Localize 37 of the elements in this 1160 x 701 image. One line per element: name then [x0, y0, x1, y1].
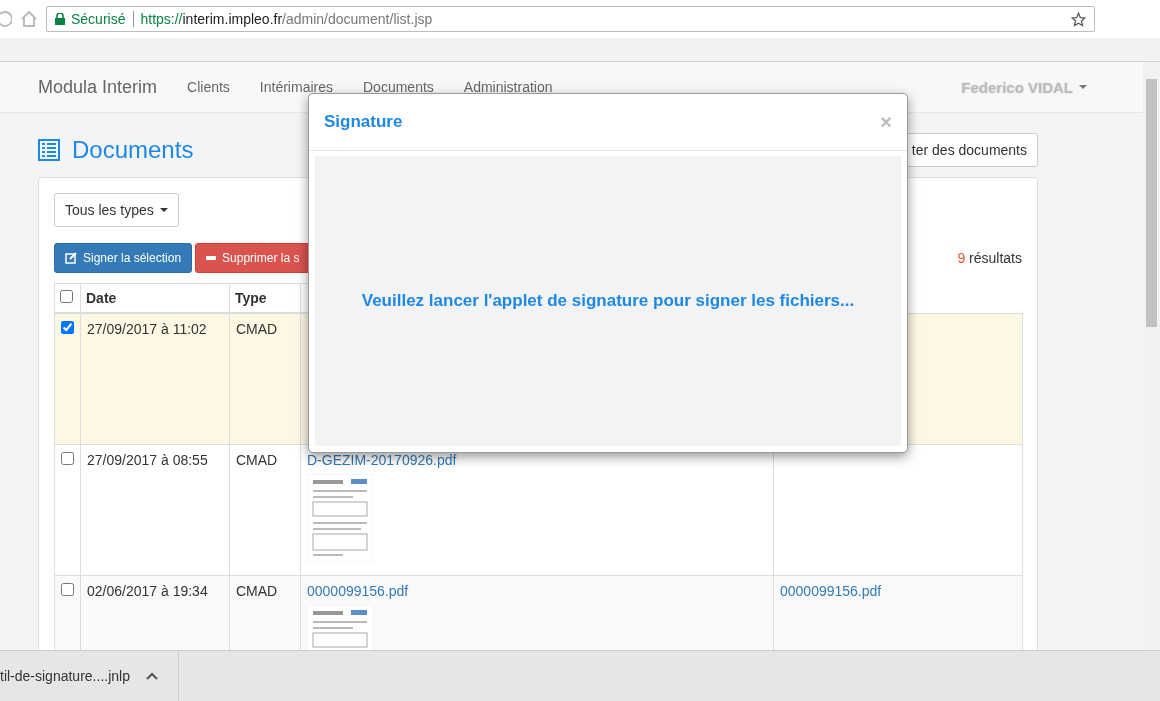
type-filter-dropdown[interactable]: Tous les types	[54, 193, 179, 227]
table-cell: CMAD	[236, 583, 278, 599]
nav-link[interactable]: Documents	[363, 79, 434, 95]
list-icon	[38, 139, 60, 161]
delete-selection-button[interactable]: Supprimer la s	[195, 243, 311, 273]
table-cell: 27/09/2017 à 08:55	[87, 452, 208, 468]
edit-icon	[65, 252, 77, 264]
caret-icon	[159, 208, 168, 212]
nav-link[interactable]: Intérimaires	[259, 79, 333, 95]
star-icon[interactable]	[1071, 11, 1086, 27]
table-cell: CMAD	[236, 321, 278, 337]
row-checkbox[interactable]	[61, 321, 74, 334]
results-label: résultats	[969, 250, 1022, 266]
table-cell: 27/09/2017 à 11:02	[87, 321, 207, 337]
minus-icon	[206, 256, 217, 260]
dialog-message: Veuillez lancer l'applet de signature pour signer les fichiers...	[361, 291, 855, 311]
row-checkbox[interactable]	[61, 583, 74, 596]
file-link[interactable]: D-GEZIM-20170926.pdf	[307, 452, 767, 468]
lock-icon	[55, 13, 65, 25]
nav-link[interactable]: Administration	[463, 79, 553, 95]
nav-link[interactable]: Clients	[187, 79, 230, 95]
secure-label: Sécurisé	[71, 11, 135, 27]
sign-selection-button[interactable]: Signer la sélection	[54, 243, 193, 273]
caret-icon	[1079, 85, 1087, 89]
select-all-checkbox[interactable]	[60, 290, 73, 303]
table-cell: 02/06/2017 à 19:34	[87, 583, 208, 599]
row-checkbox[interactable]	[61, 452, 74, 465]
download-file-name[interactable]: til-de-signature....jnlp	[0, 668, 130, 684]
address-bar[interactable]: Sécurisé https://interim.impleo.fr/admin/document/list.jsp	[46, 6, 1095, 32]
brand[interactable]: Modula Interim	[38, 76, 158, 98]
result-count: 9	[957, 250, 966, 266]
dialog-title: Signature	[324, 112, 403, 132]
scrollbar[interactable]	[1143, 62, 1160, 650]
url-text: https://interim.impleo.fr/admin/document/list.jsp	[140, 11, 433, 27]
chevron-up-icon[interactable]	[145, 672, 158, 680]
page-title: Documents	[38, 136, 194, 164]
table-cell: CMAD	[236, 452, 278, 468]
